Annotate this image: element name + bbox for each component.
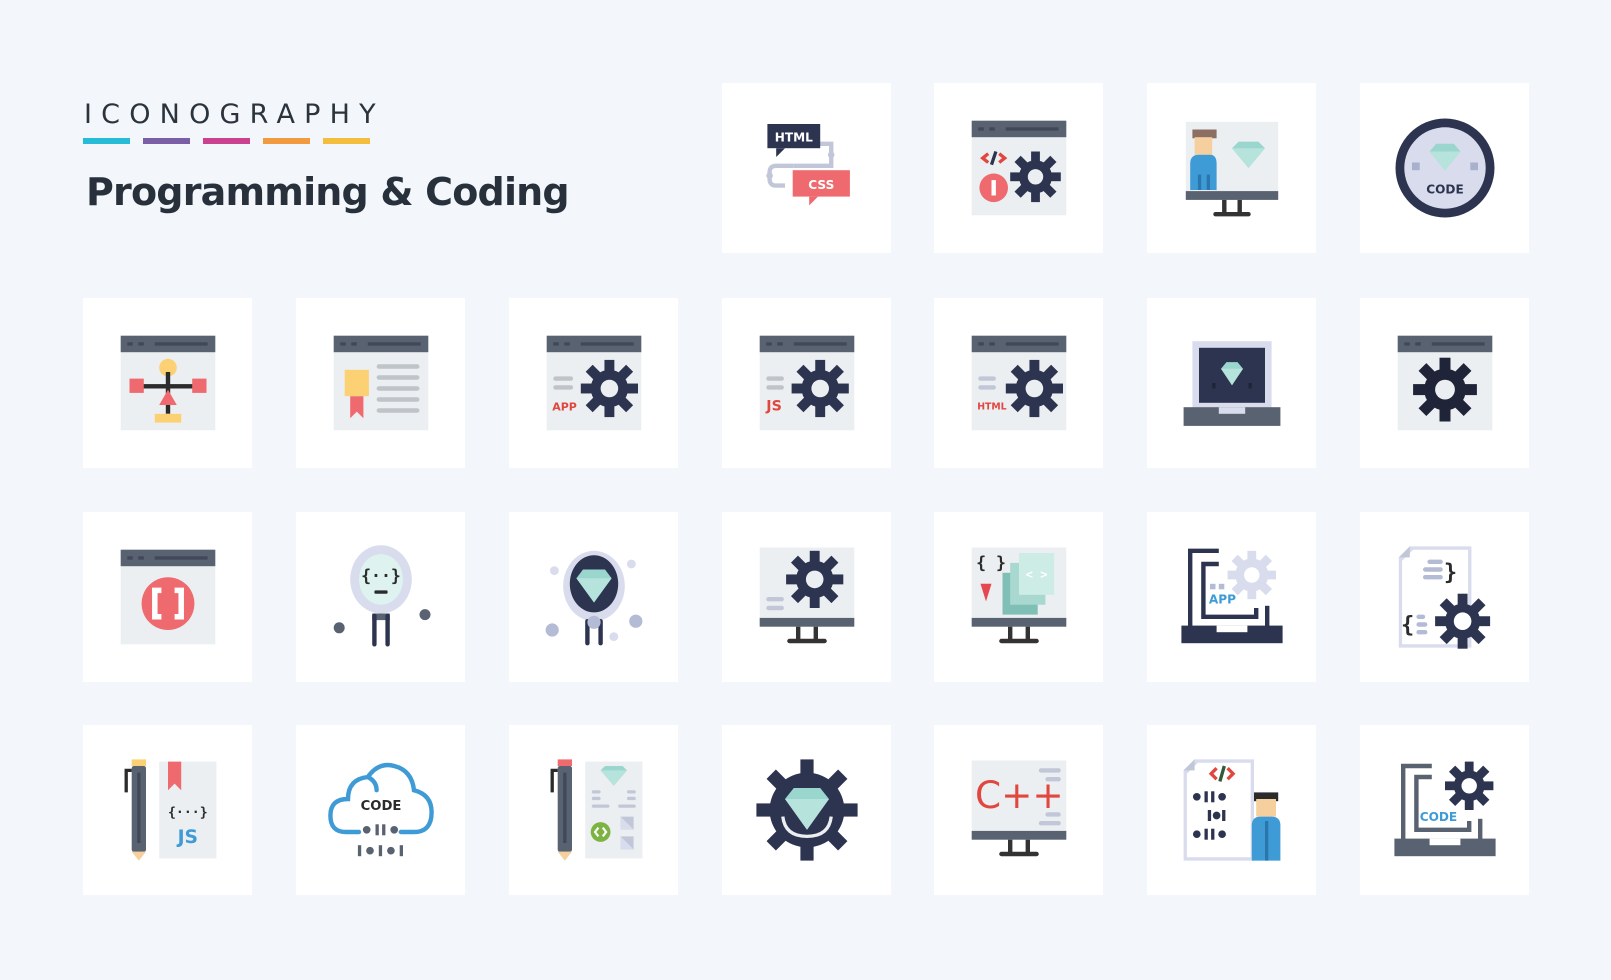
file-code-settings-icon: } { bbox=[1398, 546, 1490, 649]
gear-diamond-icon bbox=[755, 759, 858, 861]
diamond-bulb-icon bbox=[545, 550, 642, 646]
icon-card-browser-js-settings[interactable]: JS bbox=[722, 298, 891, 468]
icon-card-browser-brackets[interactable] bbox=[83, 512, 252, 682]
browser-brackets-icon bbox=[120, 549, 215, 645]
icon-card-diamond-bulb[interactable] bbox=[509, 512, 678, 682]
icon-card-code-bulb[interactable]: {··} bbox=[296, 512, 465, 682]
monitor-layers-code-icon: { } < > bbox=[971, 547, 1066, 644]
browser-certificate-icon bbox=[333, 335, 428, 431]
icon-card-gear-diamond[interactable] bbox=[722, 725, 891, 895]
brand-bar-cyan bbox=[83, 138, 130, 144]
brand-wordmark: ICONOGRAPHY bbox=[84, 99, 385, 130]
icon-card-laptop-diamond[interactable] bbox=[1147, 298, 1316, 468]
code-bulb-icon: {··} bbox=[333, 545, 430, 647]
css-label: CSS bbox=[808, 178, 834, 192]
braces-label: {··} bbox=[361, 567, 401, 586]
developer-monitor-icon bbox=[1185, 121, 1278, 217]
developer-binary-file-icon bbox=[1183, 759, 1280, 861]
icon-card-developer-binary-file[interactable] bbox=[1147, 725, 1316, 895]
cloud-code-icon: CODE bbox=[327, 762, 434, 857]
brand-bar-purple bbox=[143, 138, 190, 144]
pen-design-sheet-icon bbox=[550, 759, 642, 861]
brand-bar-orange bbox=[263, 138, 310, 144]
js-label: JS bbox=[175, 827, 197, 848]
icon-card-browser-certificate[interactable] bbox=[296, 298, 465, 468]
angle-brackets-label: < > bbox=[1025, 567, 1047, 581]
page-title: Programming & Coding bbox=[86, 170, 570, 214]
js-label: JS bbox=[765, 399, 782, 415]
icon-card-browser-flowchart[interactable] bbox=[83, 298, 252, 468]
browser-settings-icon bbox=[1397, 335, 1492, 431]
browser-js-settings-icon: JS bbox=[759, 335, 854, 431]
browser-app-settings-icon: APP bbox=[546, 335, 641, 431]
monitor-settings-icon bbox=[759, 547, 854, 644]
html-label: HTML bbox=[774, 131, 812, 145]
code-label: CODE bbox=[1419, 810, 1456, 824]
pen-js-book-icon: {···} JS bbox=[124, 759, 216, 861]
brand-block: ICONOGRAPHY bbox=[83, 98, 385, 144]
browser-code-settings-icon bbox=[971, 120, 1066, 216]
laptop-diamond-icon bbox=[1183, 341, 1280, 426]
laptop-app-settings-icon: APP bbox=[1180, 548, 1283, 644]
icon-card-html-css[interactable]: HTML CSS bbox=[722, 83, 891, 253]
browser-html-settings-icon: HTML bbox=[971, 335, 1066, 431]
icon-card-pen-js-book[interactable]: {···} JS bbox=[83, 725, 252, 895]
braces-label: { } bbox=[976, 553, 1006, 572]
icon-card-browser-app-settings[interactable]: APP bbox=[509, 298, 678, 468]
brand-bar-yellow bbox=[323, 138, 370, 144]
icon-card-laptop-app-settings[interactable]: APP bbox=[1147, 512, 1316, 682]
icon-card-pen-design-sheet[interactable] bbox=[509, 725, 678, 895]
close-brace-label: } bbox=[1443, 560, 1456, 585]
browser-flowchart-icon bbox=[120, 335, 215, 431]
open-brace-label: { bbox=[1401, 613, 1414, 638]
laptop-code-settings-icon: CODE bbox=[1393, 761, 1496, 857]
icon-card-monitor-cpp[interactable]: C++ bbox=[934, 725, 1103, 895]
html-label: HTML bbox=[977, 401, 1006, 412]
html-css-icon: HTML CSS bbox=[765, 124, 850, 206]
code-label: CODE bbox=[360, 799, 401, 814]
brand-bar-magenta bbox=[203, 138, 250, 144]
app-label: APP bbox=[552, 401, 577, 414]
braces-label: {···} bbox=[167, 806, 207, 821]
icon-card-monitor-settings[interactable] bbox=[722, 512, 891, 682]
icon-card-cloud-code[interactable]: CODE bbox=[296, 725, 465, 895]
icon-card-monitor-layers-code[interactable]: { } < > bbox=[934, 512, 1103, 682]
icon-card-file-code-settings[interactable]: } { bbox=[1360, 512, 1529, 682]
icon-card-developer-monitor[interactable] bbox=[1147, 83, 1316, 253]
code-badge-icon: CODE bbox=[1395, 118, 1494, 218]
code-label: CODE bbox=[1426, 182, 1463, 196]
app-label: APP bbox=[1208, 593, 1235, 607]
icon-card-laptop-code-settings[interactable]: CODE bbox=[1360, 725, 1529, 895]
icon-card-browser-code-settings[interactable] bbox=[934, 83, 1103, 253]
icon-card-code-badge[interactable]: CODE bbox=[1360, 83, 1529, 253]
icon-card-browser-html-settings[interactable]: HTML bbox=[934, 298, 1103, 468]
icon-card-browser-settings[interactable] bbox=[1360, 298, 1529, 468]
monitor-cpp-icon: C++ bbox=[971, 760, 1066, 857]
brand-color-bars bbox=[83, 138, 385, 144]
